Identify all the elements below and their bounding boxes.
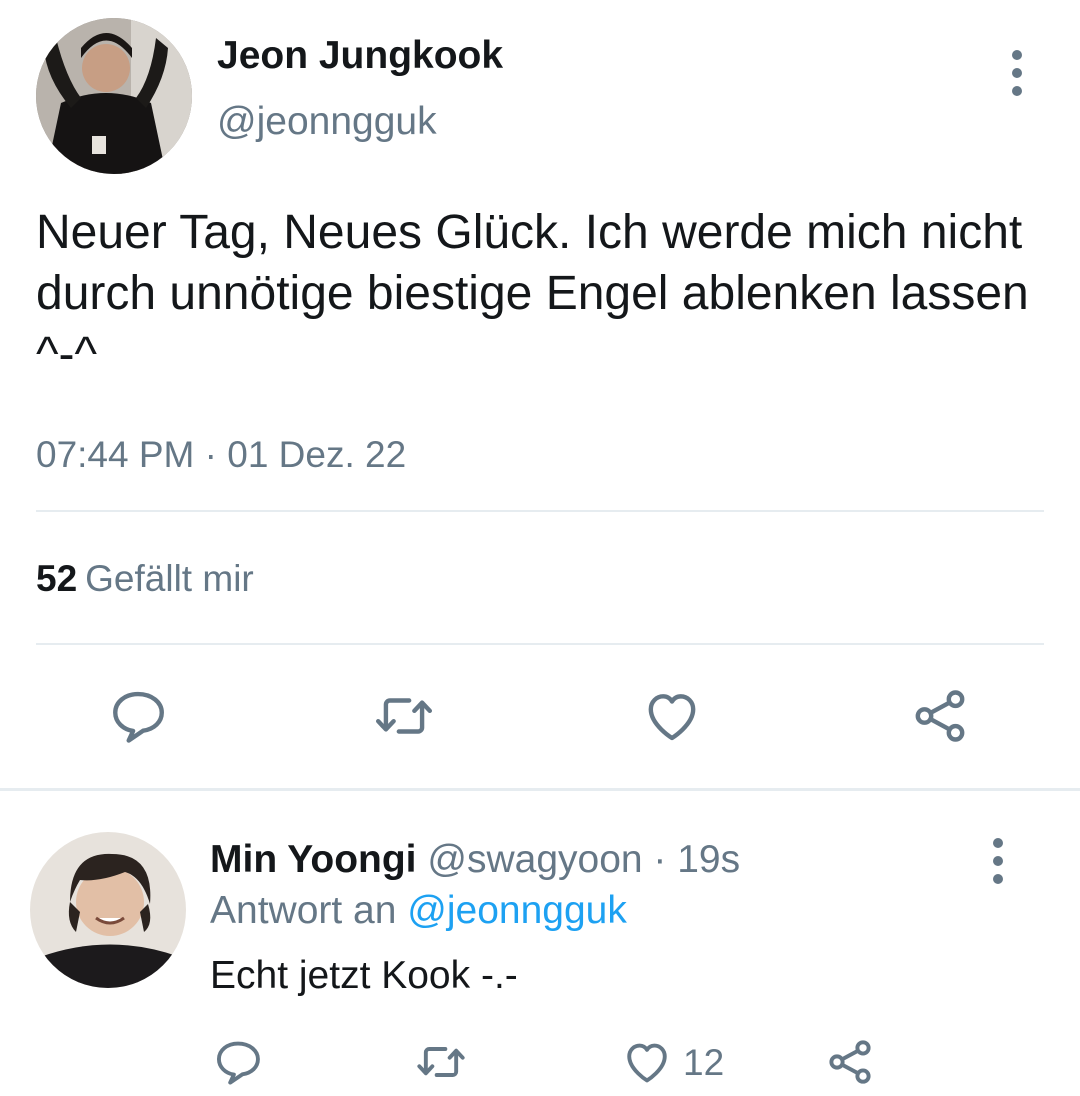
- reply-share-icon[interactable]: [824, 1036, 876, 1088]
- reply-to-label: Antwort an: [210, 889, 397, 932]
- divider: [36, 643, 1044, 645]
- likes-count: 52: [36, 558, 78, 599]
- retweet-icon[interactable]: [373, 685, 435, 747]
- tweet-timestamp: 07:44 PM · 01 Dez. 22: [36, 434, 407, 475]
- reply-text: Echt jetzt Kook -.-: [210, 954, 518, 997]
- divider: [36, 510, 1044, 512]
- reply-more-options-icon[interactable]: [988, 838, 1008, 884]
- reply-like-icon[interactable]: [621, 1036, 673, 1088]
- reply-author-avatar[interactable]: [30, 832, 186, 988]
- likes-label: Gefällt mir: [85, 558, 254, 599]
- more-options-icon[interactable]: [1007, 50, 1027, 96]
- author-name[interactable]: Jeon Jungkook: [217, 32, 503, 80]
- share-icon[interactable]: [909, 685, 971, 747]
- reply-header: Min Yoongi @swagyoon · 19s: [210, 836, 740, 884]
- section-divider: [0, 788, 1080, 791]
- reply-reply-icon[interactable]: [212, 1036, 264, 1088]
- reply-icon[interactable]: [107, 685, 169, 747]
- author-avatar[interactable]: [36, 18, 192, 174]
- reply-to-handle-link[interactable]: @jeonngguk: [407, 889, 627, 932]
- reply-meta: @swagyoon · 19s: [427, 838, 741, 881]
- author-handle[interactable]: @jeonngguk: [217, 98, 437, 146]
- reply-retweet-icon[interactable]: [415, 1036, 467, 1088]
- reply-to-line: Antwort an @jeonngguk: [210, 887, 627, 935]
- tweet-text: Neuer Tag, Neues Glück. Ich werde mich n…: [36, 206, 1029, 381]
- likes-summary[interactable]: 52 Gefällt mir: [36, 556, 254, 602]
- reply-author-name[interactable]: Min Yoongi: [210, 838, 417, 881]
- reply-like-count: 12: [683, 1042, 725, 1083]
- like-icon[interactable]: [641, 685, 703, 747]
